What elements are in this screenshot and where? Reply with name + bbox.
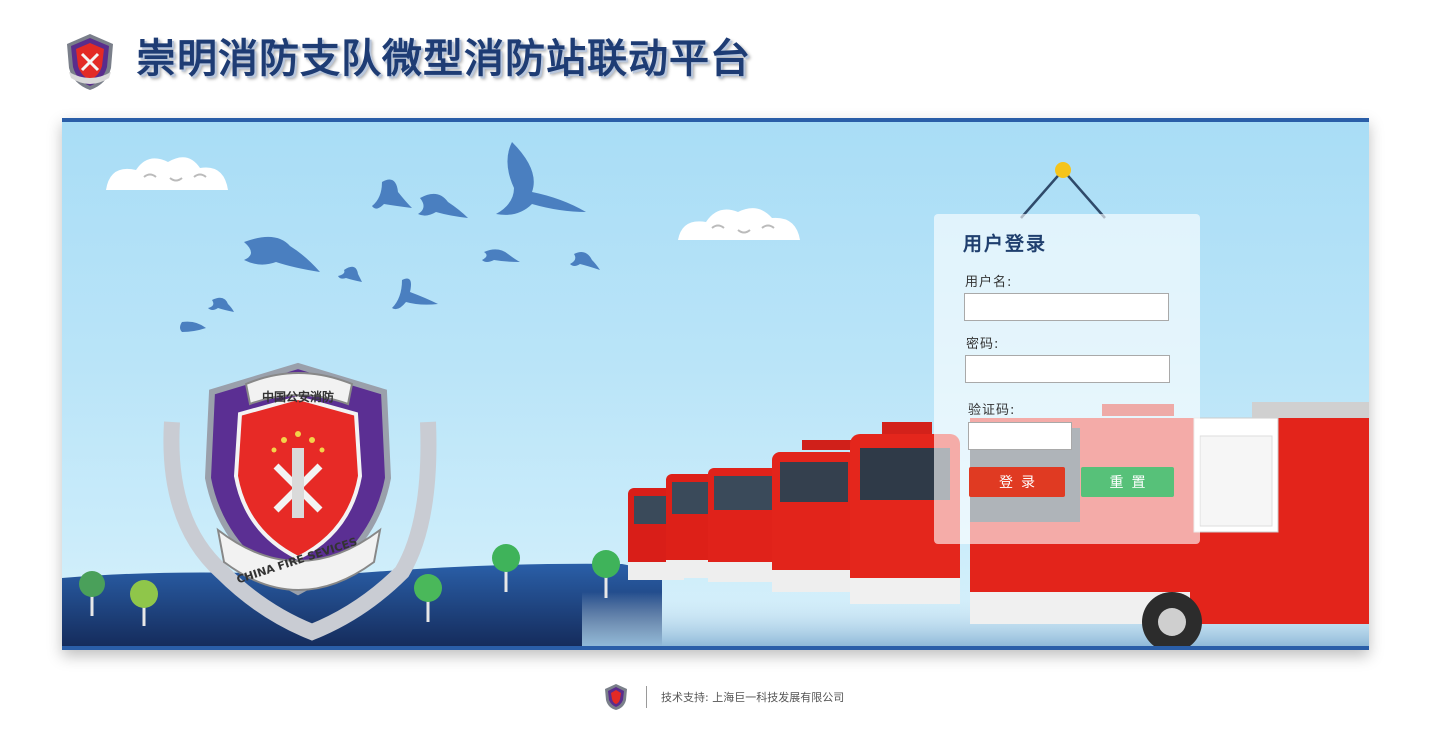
page-header: 崇明消防支队微型消防站联动平台 [0,0,1439,118]
captcha-label: 验证码: [968,403,1016,418]
login-banner: 中国公安消防 CHINA FIRE SEVICES 用户登录 用户名: 密码: … [62,118,1369,650]
cloud-center [678,208,800,240]
fire-truck [708,468,778,582]
login-hanger-icon [1020,162,1106,219]
site-title: 崇明消防支队微型消防站联动平台 [136,36,751,82]
login-button[interactable]: 登录 [969,467,1065,497]
username-input[interactable] [964,293,1169,321]
footer-emblem-icon [605,684,627,710]
cloud-left [106,157,228,190]
password-input[interactable] [965,355,1170,383]
birds-flock [180,142,600,332]
password-label: 密码: [966,337,1000,352]
username-label: 用户名: [965,275,1013,290]
reset-button[interactable]: 重置 [1081,467,1174,497]
login-title: 用户登录 [963,233,1048,255]
badge-top-text: 中国公安消防 [262,389,334,404]
fire-truck [772,440,856,592]
login-panel: 用户登录 用户名: 密码: 验证码: 登录 重置 [934,214,1200,544]
captcha-input[interactable] [968,422,1072,450]
footer-support-text: 技术支持: 上海巨一科技发展有限公司 [661,691,845,704]
footer-divider [646,686,647,708]
fire-service-emblem-icon [67,34,113,90]
